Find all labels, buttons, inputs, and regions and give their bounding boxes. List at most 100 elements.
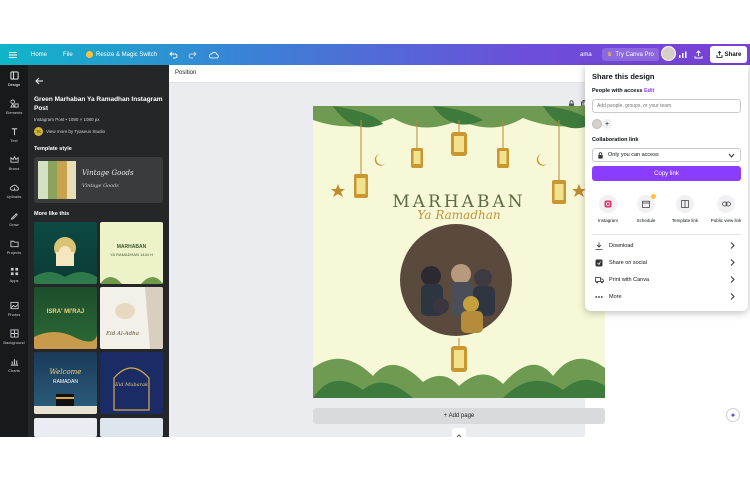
back-arrow-icon[interactable] — [35, 72, 44, 90]
template-thumb[interactable]: MARHABAN YA RAMADHAN 1444 H — [100, 222, 163, 284]
share-public-link[interactable]: Public view link — [705, 195, 747, 225]
try-pro-button[interactable]: ♛ Try Canva Pro — [602, 48, 659, 61]
thumb-subtitle: YA RAMADHAN 1444 H — [110, 252, 153, 257]
rail-elements[interactable]: Elements — [0, 99, 28, 125]
upload-icon[interactable] — [694, 44, 703, 65]
rail-charts[interactable]: Charts — [0, 357, 28, 383]
rail-background[interactable]: Background — [0, 329, 28, 355]
access-dropdown[interactable]: Only you can access — [592, 148, 741, 162]
copy-link-button[interactable]: Copy link — [592, 166, 741, 181]
template-thumb[interactable]: Eid Mubarak — [100, 352, 163, 414]
file-menu[interactable]: File — [63, 44, 73, 65]
divider — [592, 234, 741, 235]
top-whitespace — [0, 0, 750, 44]
print-option[interactable]: Print with Canva — [595, 273, 737, 286]
instagram-icon — [599, 195, 617, 213]
template-thumb[interactable] — [100, 418, 163, 437]
template-thumb[interactable]: ISRA' MI'RAJ — [34, 287, 97, 349]
link-icon — [717, 195, 735, 213]
template-thumb[interactable] — [34, 418, 97, 437]
redo-icon[interactable] — [188, 44, 197, 65]
rail-label: Brand — [8, 166, 20, 171]
shortcut-label: Public view link — [710, 218, 742, 223]
share-icon — [716, 51, 723, 58]
apps-grid-icon — [10, 267, 18, 276]
chevron-up-icon[interactable] — [452, 428, 466, 437]
share-label: Share — [724, 51, 742, 58]
rail-brand[interactable]: Brand — [0, 155, 28, 181]
share-template-link[interactable]: Template link — [666, 195, 704, 225]
more-option[interactable]: More — [595, 290, 737, 303]
template-thumb[interactable] — [34, 222, 97, 284]
template-style-heading: Template style — [34, 146, 72, 152]
home-button[interactable]: Home — [31, 44, 47, 65]
resize-button[interactable]: Resize & Magic Switch — [86, 44, 157, 65]
shapes-icon — [9, 99, 19, 108]
chevron-right-icon — [730, 259, 735, 266]
author-link[interactable]: TS View more by Tyaseus Studio — [34, 127, 105, 136]
sparkle-icon: ✦ — [729, 410, 737, 420]
mosque-illustration — [34, 237, 97, 284]
canva-editor: Home File Resize & Magic Switch ama ♛ Tr… — [0, 0, 750, 437]
collaborator-avatar — [592, 119, 602, 129]
lock-icon — [598, 151, 603, 159]
pen-icon — [10, 213, 18, 220]
share-dropdown: Share this design People with access Edi… — [585, 65, 748, 311]
template-thumb[interactable]: Welcome RAMADAN — [34, 352, 97, 414]
thumb-title: Eid Al-Adha — [106, 331, 139, 337]
rail-label: Projects — [6, 250, 22, 255]
template-subtitle: Instagram Post • 1080 × 1080 px — [34, 117, 100, 122]
magic-assistant-button[interactable]: ✦ — [726, 408, 740, 422]
rail-label: Apps — [9, 278, 19, 283]
shortcut-label: Instagram — [597, 218, 618, 223]
download-option[interactable]: Download — [595, 239, 737, 252]
download-icon — [595, 242, 603, 250]
try-pro-label: Try Canva Pro — [615, 51, 654, 58]
thumb-title: ISRA' MI'RAJ — [46, 309, 85, 315]
rail-photos[interactable]: Photos — [0, 301, 28, 327]
undo-icon[interactable] — [169, 44, 178, 65]
edit-access-link[interactable]: Edit — [644, 88, 654, 94]
share-social-option[interactable]: Share on social — [595, 256, 737, 269]
share-button[interactable]: Share — [710, 46, 747, 63]
cloud-saved-icon[interactable] — [209, 44, 219, 65]
rail-label: Charts — [8, 368, 20, 373]
style-font-sample: Vintage Goods — [82, 169, 134, 177]
style-font-sample: Vintage Goods — [82, 183, 119, 189]
rail-draw[interactable]: Draw — [0, 211, 28, 237]
option-label: Share on social — [609, 259, 647, 266]
add-collaborator-icon[interactable]: + — [602, 119, 612, 129]
folder-icon — [9, 240, 19, 248]
ramadan-artwork — [313, 106, 605, 398]
template-panel: Green Marhaban Ya Ramadhan Instagram Pos… — [28, 65, 169, 437]
stats-icon[interactable] — [678, 44, 687, 65]
share-instagram[interactable]: Instagram — [590, 195, 626, 225]
design-page[interactable]: MARHABAN Ya Ramadhan — [313, 106, 605, 398]
design-subheading: Ya Ramadhan — [417, 208, 501, 222]
author-avatar: TS — [34, 127, 43, 136]
thumb-title: Welcome — [49, 368, 82, 376]
image-icon — [9, 301, 19, 310]
rail-label: Design — [7, 82, 21, 87]
avatar[interactable] — [661, 46, 676, 61]
template-thumb[interactable]: Eid Al-Adha — [100, 287, 163, 349]
chevron-right-icon — [730, 242, 735, 249]
add-people-input[interactable] — [592, 99, 741, 113]
chevron-right-icon — [730, 276, 735, 283]
position-button[interactable]: Position — [175, 70, 196, 76]
calendar-icon — [637, 194, 656, 213]
rail-apps[interactable]: Apps — [0, 267, 28, 293]
share-schedule[interactable]: Schedule — [628, 194, 664, 225]
author-label: View more by Tyaseus Studio — [46, 129, 106, 134]
menu-icon[interactable] — [9, 44, 17, 65]
rail-projects[interactable]: Projects — [0, 239, 28, 265]
text-icon — [11, 128, 17, 136]
more-like-this-heading: More like this — [34, 211, 70, 217]
style-card[interactable]: Vintage Goods Vintage Goods — [34, 157, 163, 203]
add-page-button[interactable]: + Add page — [313, 408, 605, 424]
rail-text[interactable]: Text — [0, 127, 28, 153]
social-icon — [595, 259, 603, 266]
grid-icon — [9, 329, 19, 338]
rail-uploads[interactable]: Uploads — [0, 183, 28, 209]
rail-design[interactable]: Design — [0, 71, 28, 97]
